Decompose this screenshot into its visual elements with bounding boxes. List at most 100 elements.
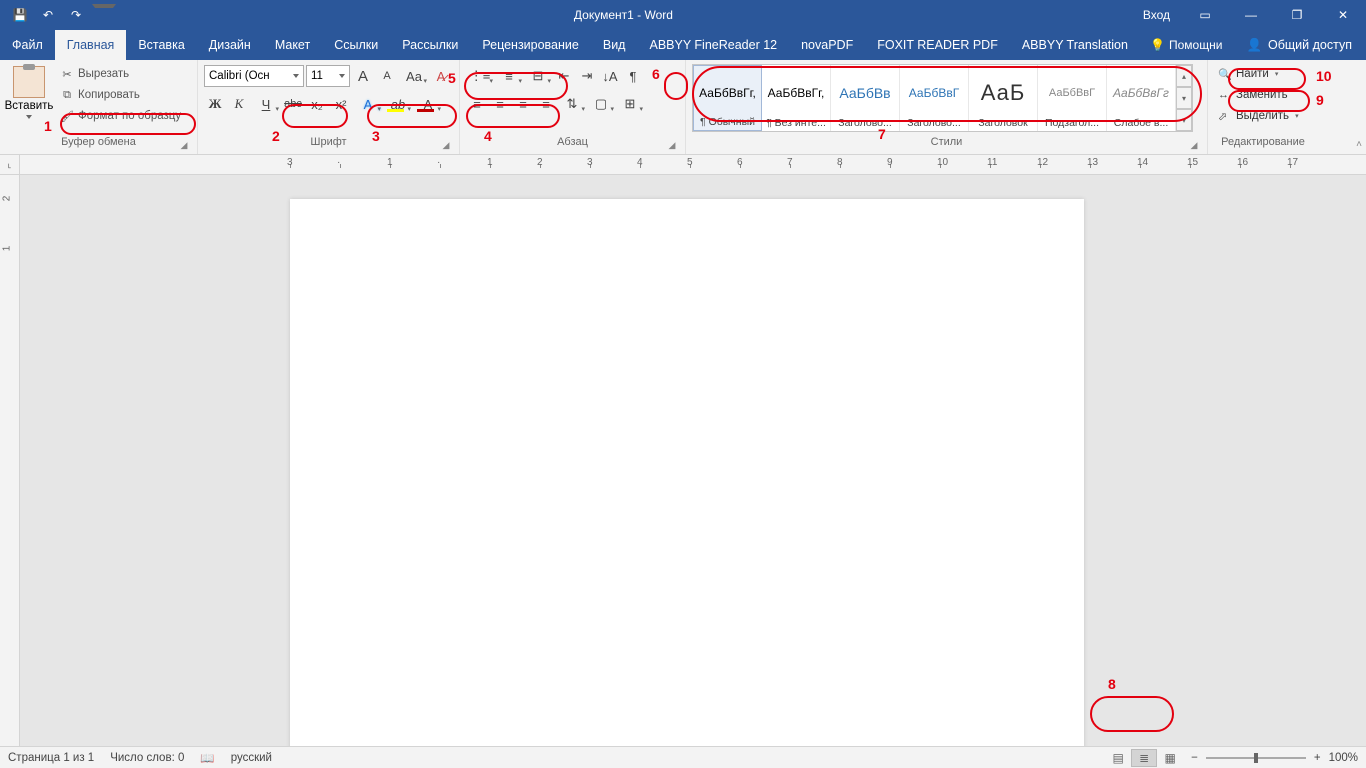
font-launcher-icon[interactable]: ◢: [439, 138, 453, 152]
cursor-icon: ⬀: [1218, 110, 1232, 123]
close-icon[interactable]: ✕: [1320, 0, 1366, 30]
highlight-button[interactable]: ab▾: [384, 93, 412, 115]
save-icon[interactable]: 💾: [8, 4, 32, 26]
redo-icon[interactable]: ↷: [64, 4, 88, 26]
bold-button[interactable]: Ж: [204, 93, 226, 115]
language[interactable]: русский: [231, 752, 272, 764]
text-effects-button[interactable]: A▾: [354, 93, 382, 115]
clipboard-launcher-icon[interactable]: ◢: [177, 138, 191, 152]
proofing-icon[interactable]: 📖: [200, 751, 214, 765]
style-heading2[interactable]: АаБбВвГЗаголово...: [900, 65, 969, 131]
zoom-out-button[interactable]: −: [1191, 752, 1198, 764]
group-styles-label: Стили: [931, 136, 963, 148]
login-label[interactable]: Вход: [1131, 8, 1182, 22]
align-center-button[interactable]: ≡: [489, 93, 511, 115]
styles-gallery[interactable]: АаБбВвГг,¶ Обычный АаБбВвГг,¶ Без инте..…: [692, 64, 1193, 132]
tab-references[interactable]: Ссылки: [322, 30, 390, 60]
page[interactable]: [290, 199, 1084, 746]
sort-button[interactable]: ↓A: [599, 65, 621, 87]
tab-abbyy-fr[interactable]: ABBYY FineReader 12: [637, 30, 789, 60]
strike-button[interactable]: abc: [282, 93, 304, 115]
tab-home[interactable]: Главная: [55, 30, 127, 60]
styles-launcher-icon[interactable]: ◢: [1187, 138, 1201, 152]
underline-button[interactable]: Ч▾: [252, 93, 280, 115]
search-icon: 🔍: [1218, 68, 1232, 81]
replace-icon: ↔: [1218, 89, 1232, 101]
maximize-icon[interactable]: ❐: [1274, 0, 1320, 30]
tab-foxit[interactable]: FOXIT READER PDF: [865, 30, 1010, 60]
tab-layout[interactable]: Макет: [263, 30, 322, 60]
cut-button[interactable]: ✂Вырезать: [56, 64, 185, 84]
style-subtle[interactable]: АаБбВвГгСлабое в...: [1107, 65, 1176, 131]
styles-scroller[interactable]: ▴▾▾: [1176, 65, 1192, 131]
page-count[interactable]: Страница 1 из 1: [8, 752, 94, 764]
clear-format-button[interactable]: A̷: [430, 65, 452, 87]
superscript-button[interactable]: x²: [330, 93, 352, 115]
style-normal[interactable]: АаБбВвГг,¶ Обычный: [693, 65, 762, 131]
line-spacing-button[interactable]: ⇅▾: [558, 93, 586, 115]
document-scroll[interactable]: [20, 175, 1366, 746]
tab-insert[interactable]: Вставка: [126, 30, 196, 60]
tab-review[interactable]: Рецензирование: [470, 30, 591, 60]
tab-novapdf[interactable]: novaPDF: [789, 30, 865, 60]
find-button[interactable]: 🔍Найти▾: [1214, 64, 1282, 84]
replace-button[interactable]: ↔Заменить: [1214, 85, 1292, 105]
tell-me: 💡Помощни: [1140, 30, 1232, 60]
subscript-button[interactable]: x₂: [306, 93, 328, 115]
web-layout-icon[interactable]: ▦: [1157, 749, 1183, 767]
qa-custom-icon[interactable]: [92, 4, 116, 26]
style-heading1[interactable]: АаБбВвЗаголово...: [831, 65, 900, 131]
paste-button[interactable]: Вставить: [6, 64, 52, 121]
tab-design[interactable]: Дизайн: [197, 30, 263, 60]
shading-button[interactable]: ▢▾: [587, 93, 615, 115]
ribbon: Вставить ✂Вырезать ⧉Копировать 🖌Формат п…: [0, 60, 1366, 155]
inc-indent-button[interactable]: ⇥: [576, 65, 598, 87]
font-size-combo[interactable]: 11: [306, 65, 350, 87]
ribbon-display-icon[interactable]: ▭: [1182, 0, 1228, 30]
dec-indent-button[interactable]: ⇤: [553, 65, 575, 87]
align-left-button[interactable]: ≡: [466, 93, 488, 115]
style-no-spacing[interactable]: АаБбВвГг,¶ Без инте...: [762, 65, 831, 131]
align-right-button[interactable]: ≡: [512, 93, 534, 115]
select-button[interactable]: ⬀Выделить▾: [1214, 106, 1303, 126]
zoom-level[interactable]: 100%: [1329, 752, 1358, 764]
tab-file[interactable]: Файл: [0, 30, 55, 60]
zoom-slider[interactable]: [1206, 757, 1306, 759]
grow-font-button[interactable]: A: [352, 65, 374, 87]
change-case-button[interactable]: Aa▾: [400, 65, 428, 87]
document-area: 2 1: [0, 175, 1366, 746]
tab-selector-icon[interactable]: ˪: [0, 155, 20, 175]
zoom-in-button[interactable]: +: [1314, 752, 1321, 764]
tab-mailings[interactable]: Рассылки: [390, 30, 470, 60]
numbering-button[interactable]: ≡▾: [495, 65, 523, 87]
style-subtitle[interactable]: АаБбВвГПодзагол...: [1038, 65, 1107, 131]
tab-abbyy-tr[interactable]: ABBYY Translation: [1010, 30, 1140, 60]
copy-button[interactable]: ⧉Копировать: [56, 85, 185, 105]
font-color-button[interactable]: A▾: [414, 93, 442, 115]
word-count[interactable]: Число слов: 0: [110, 752, 184, 764]
shrink-font-button[interactable]: A: [376, 65, 398, 87]
para-launcher-icon[interactable]: ◢: [665, 138, 679, 152]
italic-button[interactable]: К: [228, 93, 250, 115]
borders-button[interactable]: ⊞▾: [616, 93, 644, 115]
clipboard-icon: [13, 66, 45, 98]
print-layout-icon[interactable]: ≣: [1131, 749, 1157, 767]
document-title: Документ1 - Word: [116, 8, 1131, 22]
horizontal-ruler[interactable]: ˪ 3· 1· 12 34 56 78 910 1112 1314 1516 1…: [0, 155, 1366, 175]
multilevel-button[interactable]: ⊟▾: [524, 65, 552, 87]
font-name-combo[interactable]: Calibri (Осн: [204, 65, 304, 87]
tab-view[interactable]: Вид: [591, 30, 638, 60]
share-button[interactable]: 👤Общий доступ: [1232, 30, 1366, 60]
read-mode-icon[interactable]: ▤: [1105, 749, 1131, 767]
minimize-icon[interactable]: —: [1228, 0, 1274, 30]
bullets-button[interactable]: ⋮≡▾: [466, 65, 494, 87]
collapse-ribbon-icon[interactable]: ˄: [1356, 139, 1362, 150]
vertical-ruler[interactable]: 2 1: [0, 175, 20, 746]
undo-icon[interactable]: ↶: [36, 4, 60, 26]
format-painter-button[interactable]: 🖌Формат по образцу: [56, 106, 185, 126]
show-marks-button[interactable]: ¶: [622, 65, 644, 87]
style-title[interactable]: АаБЗаголовок: [969, 65, 1038, 131]
person-icon: 👤: [1246, 38, 1262, 53]
justify-button[interactable]: ≡: [535, 93, 557, 115]
group-paragraph-label: Абзац: [557, 136, 588, 148]
